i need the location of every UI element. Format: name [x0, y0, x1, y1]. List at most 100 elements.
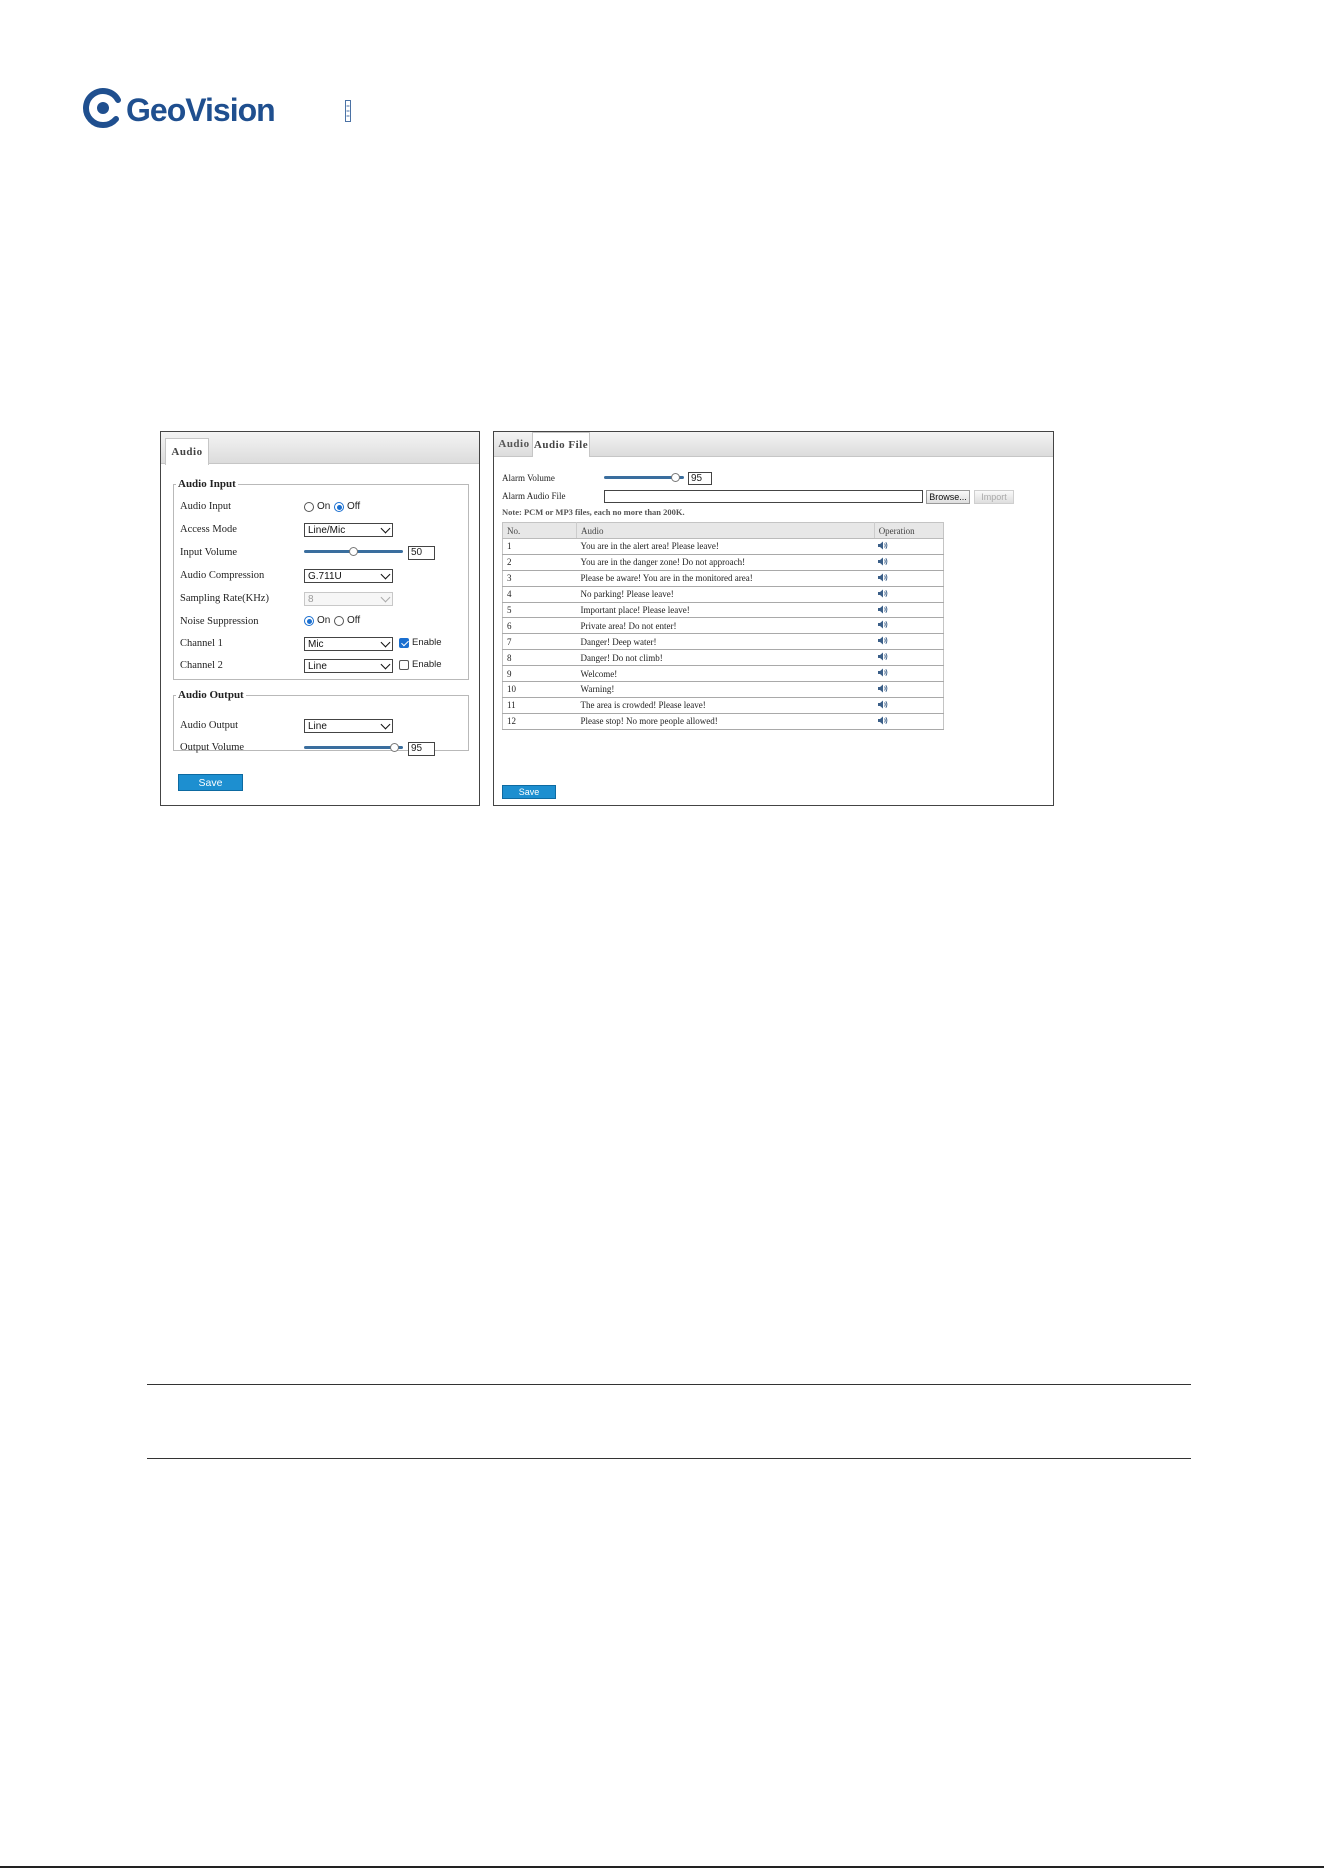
slider-thumb[interactable]: [390, 743, 399, 752]
channel2-enable-label: Enable: [412, 659, 442, 670]
row-number: 3: [502, 570, 577, 587]
speaker-icon[interactable]: [878, 652, 888, 661]
noise-suppression-off-label: Off: [347, 615, 361, 626]
access-mode-label: Access Mode: [180, 524, 237, 535]
channel1-enable-label: Enable: [412, 637, 442, 648]
chevron-down-icon: [380, 637, 391, 648]
import-button: Import: [974, 490, 1014, 504]
speaker-icon[interactable]: [878, 557, 888, 566]
channel2-value: Line: [308, 661, 327, 672]
row-number: 11: [502, 697, 577, 714]
geovision-logo: GeoVision: [80, 86, 351, 136]
access-mode-value: Line/Mic: [308, 525, 346, 536]
channel1-select[interactable]: Mic: [304, 637, 393, 651]
table-row: 1 You are in the alert area! Please leave…: [502, 538, 944, 555]
table-row: 11 The area is crowded! Please leave!: [502, 697, 944, 714]
audio-input-legend: Audio Input: [178, 478, 236, 490]
tab-audio-file-label: Audio File: [533, 439, 589, 451]
row-audio-text: No parking! Please leave!: [576, 586, 875, 603]
tab-audio[interactable]: Audio: [165, 438, 209, 465]
audio-compression-select[interactable]: G.711U: [304, 569, 393, 583]
input-volume-field[interactable]: 50: [408, 546, 435, 560]
table-row: 4 No parking! Please leave!: [502, 586, 944, 603]
channel1-enable-checkbox[interactable]: [399, 638, 409, 648]
sampling-rate-select: 8: [304, 592, 393, 606]
speaker-icon[interactable]: [878, 573, 888, 582]
channel2-label: Channel 2: [180, 660, 223, 671]
audio-output-select[interactable]: Line: [304, 719, 393, 733]
table-row: 5 Important place! Please leave!: [502, 602, 944, 619]
row-operation: [874, 554, 944, 571]
speaker-icon[interactable]: [878, 541, 888, 550]
table-row: 6 Private area! Do not enter!: [502, 617, 944, 635]
row-audio-text: Please be aware! You are in the monitore…: [576, 570, 875, 587]
output-volume-label: Output Volume: [180, 742, 245, 753]
output-volume-field[interactable]: 95: [408, 742, 435, 756]
slider-thumb[interactable]: [349, 547, 358, 556]
speaker-icon[interactable]: [878, 605, 888, 614]
table-row: 10 Warning!: [502, 681, 944, 698]
alarm-volume-field[interactable]: 95: [688, 472, 712, 485]
row-number: 9: [502, 665, 577, 683]
tab-audio[interactable]: Audio: [498, 432, 530, 456]
speaker-icon[interactable]: [878, 716, 888, 725]
row-audio-text: Warning!: [576, 681, 875, 698]
access-mode-select[interactable]: Line/Mic: [304, 523, 393, 537]
save-button[interactable]: Save: [502, 785, 556, 799]
channel2-enable-checkbox[interactable]: [399, 660, 409, 670]
audio-input-off-label: Off: [347, 501, 361, 512]
table-header-row: No. Audio Operation: [502, 522, 944, 539]
audio-compression-value: G.711U: [308, 571, 342, 582]
speaker-icon[interactable]: [878, 700, 888, 709]
tab-audio-file[interactable]: Audio File: [532, 432, 590, 457]
table-row: 3 Please be aware! You are in the monitor…: [502, 570, 944, 587]
noise-suppression-off-radio[interactable]: [334, 616, 344, 626]
divider-top: [147, 1384, 1191, 1385]
row-number: 6: [502, 617, 577, 635]
row-audio-text: The area is crowded! Please leave!: [576, 697, 875, 714]
tab-audio-label: Audio: [498, 438, 530, 450]
table-row: 8 Danger! Do not climb!: [502, 649, 944, 667]
speaker-icon[interactable]: [878, 636, 888, 645]
channel1-label: Channel 1: [180, 638, 223, 649]
row-audio-text: Please stop! No more people allowed!: [576, 713, 875, 730]
geovision-logo-icon: [83, 88, 121, 128]
audio-output-value: Line: [308, 721, 327, 732]
alarm-audio-file-field[interactable]: [604, 490, 923, 503]
audio-input-on-radio[interactable]: [304, 502, 314, 512]
audio-input-label: Audio Input: [180, 501, 232, 512]
row-operation: [874, 633, 944, 651]
audio-output-label: Audio Output: [180, 720, 239, 731]
column-header-no: No.: [502, 522, 577, 539]
alarm-volume-slider[interactable]: [604, 473, 684, 483]
input-volume-slider[interactable]: [304, 547, 403, 557]
slider-thumb[interactable]: [671, 473, 680, 482]
speaker-icon[interactable]: [878, 620, 888, 629]
noise-suppression-on-label: On: [317, 615, 331, 626]
noise-suppression-on-radio[interactable]: [304, 616, 314, 626]
channel2-select[interactable]: Line: [304, 659, 393, 673]
row-operation: [874, 602, 944, 619]
audio-table-body: 1 You are in the alert area! Please leave…: [502, 538, 944, 730]
tab-bar: Audio Audio File: [494, 432, 1053, 457]
row-operation: [874, 570, 944, 587]
speaker-icon[interactable]: [878, 589, 888, 598]
sampling-rate-label: Sampling Rate(KHz): [180, 593, 269, 604]
row-operation: [874, 538, 944, 555]
audio-table: No. Audio Operation 1 You are in the aler…: [502, 522, 944, 730]
speaker-icon[interactable]: [878, 684, 888, 693]
file-note: Note: PCM or MP3 files, each no more tha…: [502, 507, 685, 517]
speaker-icon[interactable]: [878, 668, 888, 677]
table-row: 12 Please stop! No more people allowed!: [502, 713, 944, 730]
row-operation: [874, 649, 944, 667]
row-number: 2: [502, 554, 577, 571]
row-number: 10: [502, 681, 577, 698]
audio-input-off-radio[interactable]: [334, 502, 344, 512]
browse-button[interactable]: Browse...: [926, 490, 970, 504]
output-volume-slider[interactable]: [304, 743, 403, 753]
save-button[interactable]: Save: [178, 774, 243, 791]
brand-trademark-icon: [345, 100, 351, 122]
audio-file-panel: Audio Audio File Alarm Volume 95 Alarm A…: [493, 431, 1054, 806]
row-operation: [874, 681, 944, 698]
chevron-down-icon: [380, 592, 391, 603]
